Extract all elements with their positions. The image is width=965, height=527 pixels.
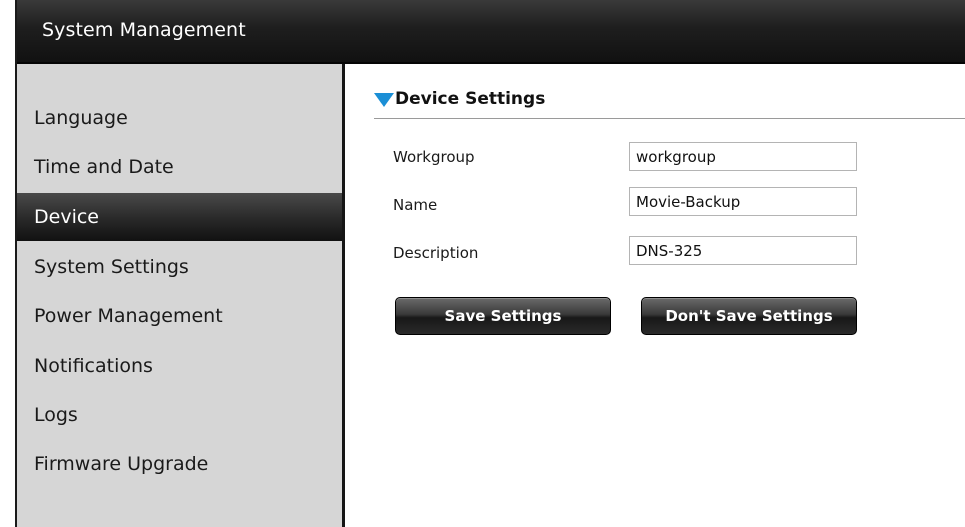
sidebar-item-label: Firmware Upgrade — [34, 453, 209, 475]
description-label: Description — [393, 244, 479, 262]
sidebar-item-label: Time and Date — [34, 156, 174, 178]
main-content: Device Settings Workgroup Name Descripti… — [345, 64, 965, 527]
section-title: Device Settings — [395, 89, 546, 109]
sidebar-item-device[interactable]: Device — [17, 193, 342, 241]
sidebar: Language Time and Date Device System Set… — [17, 64, 345, 527]
sidebar-item-notifications[interactable]: Notifications — [17, 342, 342, 390]
save-settings-button[interactable]: Save Settings — [395, 297, 611, 335]
sidebar-item-time-and-date[interactable]: Time and Date — [17, 143, 342, 191]
name-label: Name — [393, 196, 438, 214]
sidebar-item-language[interactable]: Language — [17, 94, 342, 142]
sidebar-item-system-settings[interactable]: System Settings — [17, 243, 342, 291]
workgroup-input[interactable] — [629, 142, 857, 171]
title-bar: System Management — [17, 0, 965, 64]
sidebar-item-label: Language — [34, 107, 128, 129]
sidebar-item-label: Logs — [34, 404, 78, 426]
window-title: System Management — [42, 19, 246, 41]
sidebar-item-power-management[interactable]: Power Management — [17, 292, 342, 340]
sidebar-item-label: Power Management — [34, 305, 223, 327]
section-header[interactable]: Device Settings — [374, 86, 965, 119]
app-window: System Management Language Time and Date… — [15, 0, 965, 527]
dont-save-settings-button[interactable]: Don't Save Settings — [641, 297, 857, 335]
sidebar-item-logs[interactable]: Logs — [17, 391, 342, 439]
name-input[interactable] — [629, 187, 857, 216]
sidebar-item-label: System Settings — [34, 256, 189, 278]
workgroup-label: Workgroup — [393, 148, 475, 166]
sidebar-item-firmware-upgrade[interactable]: Firmware Upgrade — [17, 440, 342, 488]
sidebar-item-label: Notifications — [34, 355, 153, 377]
collapse-triangle-icon[interactable] — [374, 93, 394, 107]
sidebar-item-label: Device — [34, 206, 99, 228]
description-input[interactable] — [629, 236, 857, 265]
